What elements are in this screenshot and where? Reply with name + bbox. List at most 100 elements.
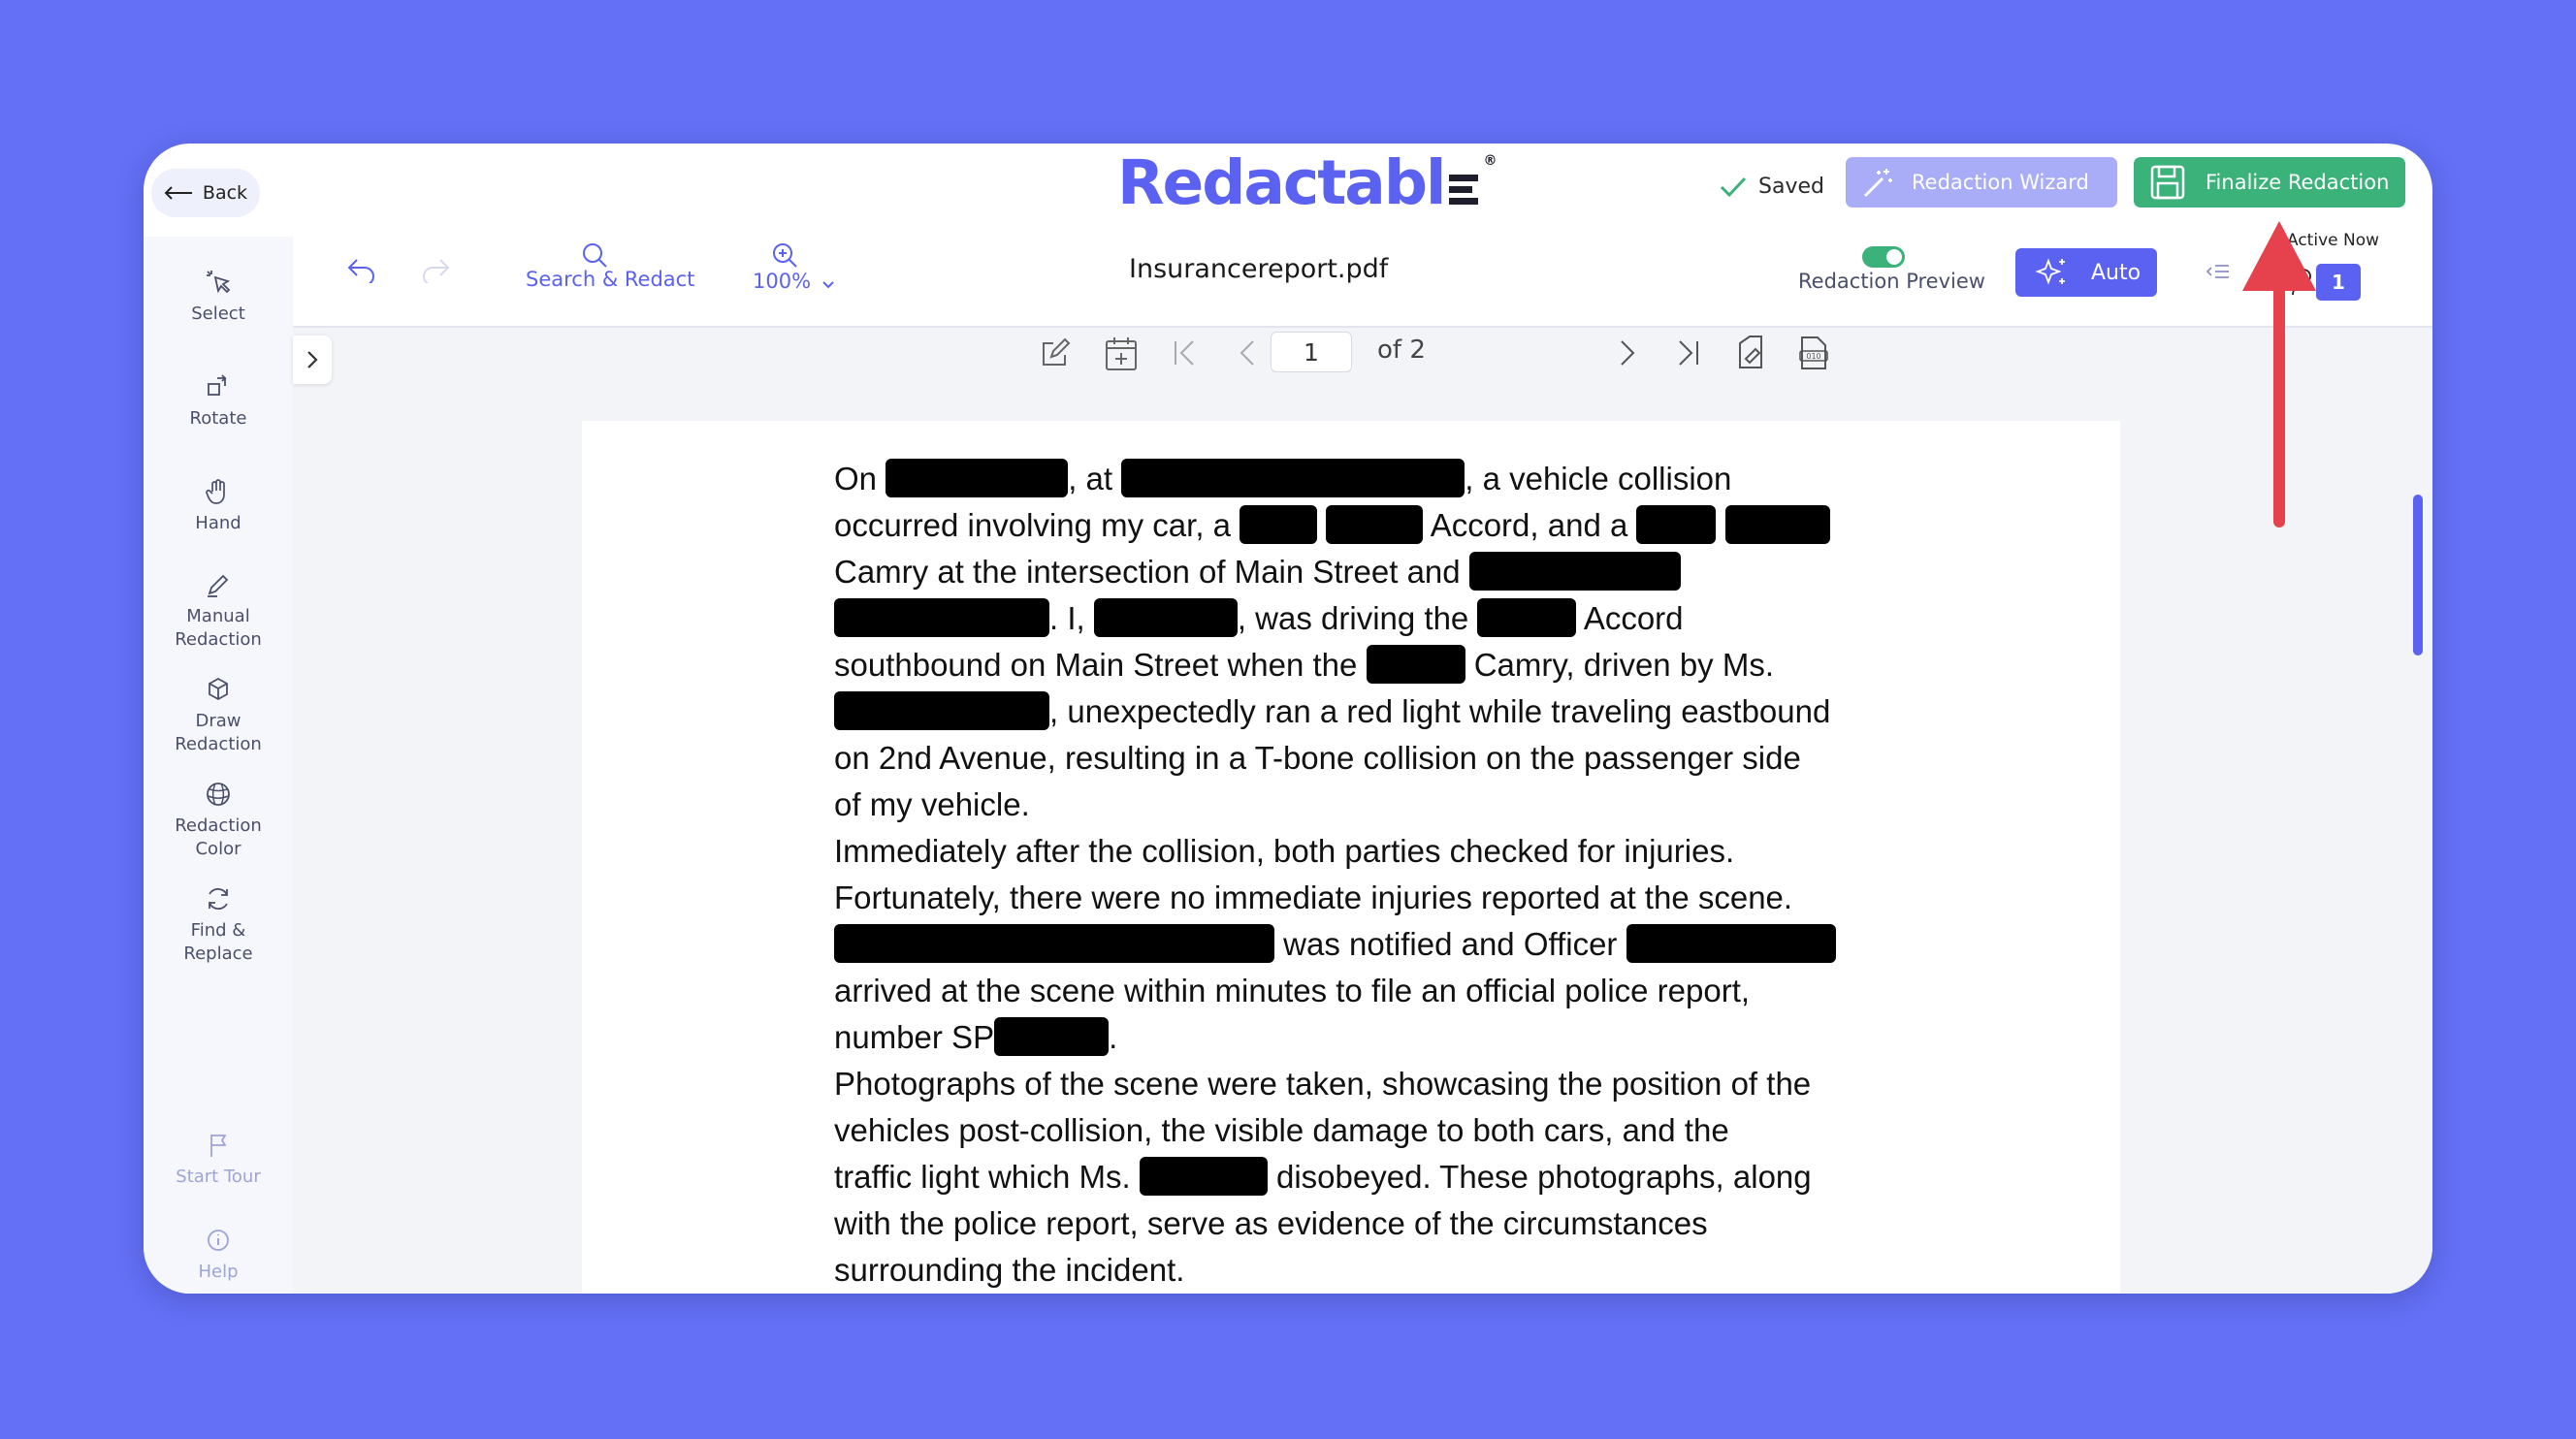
redaction-box[interactable] (1626, 924, 1836, 963)
text-line: On , at , a vehicle collision (834, 459, 1732, 497)
save-disk-icon (2150, 165, 2185, 200)
sidebar-item-manual-redaction[interactable]: Manual Redaction (144, 570, 293, 652)
flag-icon (210, 1135, 227, 1157)
redaction-box[interactable] (1121, 459, 1465, 497)
redaction-preview-toggle[interactable] (1862, 246, 1905, 268)
zoom-in-icon[interactable] (770, 240, 799, 270)
insert-page-icon[interactable] (1104, 336, 1139, 372)
export-page-icon[interactable] (1734, 334, 1769, 372)
page-number-input[interactable] (1271, 332, 1352, 372)
chevron-down-icon[interactable] (821, 279, 836, 291)
sidebar-item-hand[interactable]: Hand (144, 477, 293, 535)
finalize-redaction-button[interactable]: Finalize Redaction (2134, 157, 2405, 208)
undo-icon[interactable] (345, 256, 378, 283)
logo-registered-mark: ® (1483, 153, 1497, 169)
sidebar-item-rotate[interactable]: Rotate (144, 372, 293, 431)
text-line: surrounding the incident. (834, 1252, 1185, 1288)
sidebar-label-select: Select (191, 304, 245, 324)
sidebar-label-manual-redaction: Manual Redaction (175, 606, 262, 650)
redaction-box[interactable] (1477, 598, 1577, 637)
text-line: traffic light which Ms. disobeyed. These… (834, 1157, 1812, 1196)
auto-label: Auto (2091, 260, 2141, 285)
sidebar-label-hand: Hand (195, 513, 242, 533)
find-replace-icon (209, 887, 228, 911)
svg-text:010: 010 (1806, 352, 1820, 361)
redaction-box[interactable] (1724, 505, 1830, 544)
pen-icon (208, 574, 229, 597)
redaction-box[interactable] (1240, 505, 1318, 544)
text-line: Immediately after the collision, both pa… (834, 833, 1735, 869)
sparkles-icon (2035, 258, 2065, 285)
cube-icon (209, 677, 228, 701)
redaction-box[interactable] (834, 924, 1274, 963)
redaction-wizard-button[interactable]: Redaction Wizard (1846, 157, 2117, 208)
text-line: Camry at the intersection of Main Street… (834, 549, 1901, 595)
sidebar-item-start-tour[interactable]: Start Tour (144, 1131, 293, 1189)
text-line: occurred involving my car, a Accord, and… (834, 502, 1901, 549)
rotate-icon (208, 374, 227, 396)
sidebar-label-draw-redaction: Draw Redaction (175, 711, 262, 754)
wizard-label: Redaction Wizard (1912, 171, 2089, 194)
sidebar-item-redaction-color[interactable]: Redaction Color (144, 780, 293, 861)
last-page-icon[interactable] (1674, 337, 1703, 368)
next-page-icon[interactable] (1612, 337, 1641, 368)
document-body: On , at , a vehicle collision occurred i… (834, 456, 1901, 1294)
redaction-box[interactable] (1326, 505, 1424, 544)
sidebar-label-redaction-color: Redaction Color (175, 815, 262, 859)
arrow-left-icon (164, 186, 192, 200)
sidebar-label-help: Help (198, 1262, 239, 1282)
annotation-arrow (2242, 221, 2316, 528)
search-icon[interactable] (580, 240, 609, 270)
text-line: , unexpectedly ran a red light while tra… (834, 688, 1901, 735)
edit-page-icon[interactable] (1038, 336, 1073, 370)
vertical-scrollbar[interactable] (2413, 495, 2423, 656)
back-label: Back (202, 182, 248, 204)
redaction-box[interactable] (1468, 552, 1681, 591)
redaction-box[interactable] (1139, 1157, 1268, 1196)
finalize-label: Finalize Redaction (2206, 171, 2390, 194)
redaction-box[interactable] (886, 459, 1069, 497)
text-line: arrived at the scene within minutes to f… (834, 973, 1751, 1008)
sidebar-label-find-replace: Find & Replace (183, 920, 253, 964)
search-redact-button[interactable]: Search & Redact (526, 268, 694, 291)
logo-text: Redactabl (1117, 147, 1447, 218)
text-line: number SP. (834, 1017, 1118, 1056)
sidebar-item-find-replace[interactable]: Find & Replace (144, 884, 293, 966)
sidebar-label-start-tour: Start Tour (176, 1167, 261, 1187)
sidebar-item-draw-redaction[interactable]: Draw Redaction (144, 675, 293, 756)
previous-page-icon[interactable] (1234, 337, 1263, 368)
redaction-box[interactable] (1366, 645, 1465, 684)
sidebar-item-select[interactable]: Select (144, 268, 293, 326)
redaction-box[interactable] (834, 691, 1049, 730)
redaction-box[interactable] (1093, 598, 1238, 637)
redaction-box[interactable] (994, 1017, 1110, 1056)
magic-wand-icon (1863, 169, 1892, 198)
saved-label: Saved (1758, 174, 1824, 199)
chevron-right-icon (307, 351, 318, 368)
redaction-box[interactable] (1636, 505, 1717, 544)
zoom-level[interactable]: 100% (753, 270, 811, 293)
text-line: southbound on Main Street when the Camry… (834, 645, 1774, 684)
redaction-box[interactable] (834, 598, 1049, 637)
sidebar-item-help[interactable]: Help (144, 1226, 293, 1284)
text-line: was notified and Officer (834, 921, 1901, 968)
saved-status: Saved (1720, 167, 1824, 206)
hand-icon (206, 479, 225, 504)
auto-redact-button[interactable]: Auto (2015, 248, 2157, 297)
app-window: Back Redactabl ® Saved Redaction Wizard … (144, 144, 2432, 1294)
color-palette-icon (207, 783, 230, 806)
text-line: on 2nd Avenue, resulting in a T-bone col… (834, 740, 1801, 776)
redaction-preview-label: Redaction Preview (1798, 270, 1985, 293)
back-button[interactable]: Back (151, 169, 260, 217)
first-page-icon[interactable] (1170, 337, 1199, 368)
redo-icon[interactable] (419, 256, 452, 283)
text-line: with the police report, serve as evidenc… (834, 1205, 1708, 1241)
document-filename: Insurancereport.pdf (1129, 254, 1389, 284)
binary-file-icon[interactable]: 010 (1796, 334, 1831, 372)
expand-panel-tab[interactable] (293, 336, 332, 384)
cursor-select-icon (207, 271, 231, 294)
text-line: Fortunately, there were no immediate inj… (834, 879, 1793, 915)
text-line: of my vehicle. (834, 786, 1030, 822)
text-line: . I, , was driving the Accord (834, 595, 1901, 642)
logo-bars (1448, 175, 1478, 205)
